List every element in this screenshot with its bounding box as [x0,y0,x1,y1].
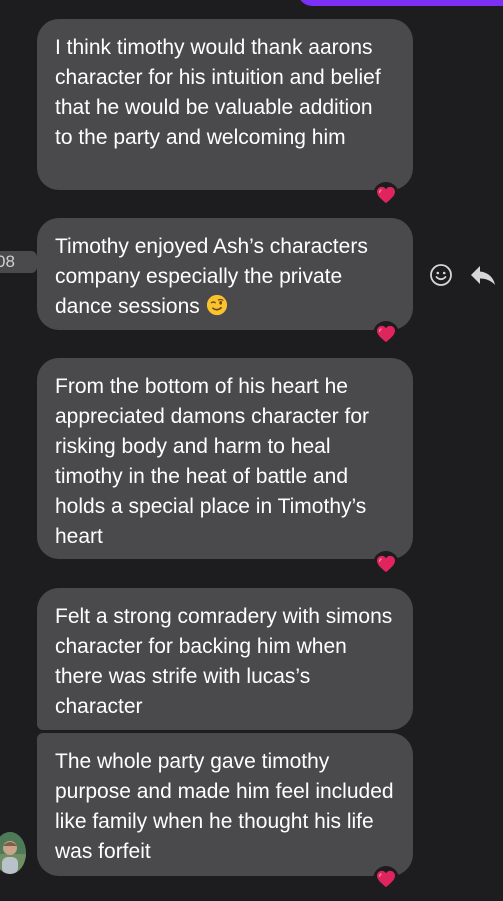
smiley-face-icon[interactable] [428,262,454,288]
message-bubble[interactable]: Timothy enjoyed Ash’s characters company… [37,218,413,330]
heart-reaction[interactable] [373,866,399,892]
heart-reaction[interactable] [373,182,399,208]
message-bubble[interactable]: I think timothy would thank aarons chara… [37,19,413,190]
avatar[interactable] [0,832,26,874]
message-bubble[interactable]: From the bottom of his heart he apprecia… [37,358,413,559]
message-bubble[interactable]: Felt a strong comradery with simons char… [37,588,413,730]
heart-icon [377,186,395,204]
message-bubble[interactable]: The whole party gave timothy purpose and… [37,733,413,876]
chat-view: I think timothy would thank aarons chara… [0,0,503,901]
sent-message-bubble-edge[interactable] [298,0,503,6]
timestamp-text: 08 [0,252,15,271]
message-text: From the bottom of his heart he apprecia… [55,375,370,548]
timestamp-chip: 08 [0,251,37,273]
heart-icon [377,870,395,888]
message-text: The whole party gave timothy purpose and… [55,750,394,863]
message-text: I think timothy would thank aarons chara… [55,36,381,149]
winking-face-emoji [206,294,228,316]
heart-icon [377,325,395,343]
heart-reaction[interactable] [373,551,399,577]
message-text: Felt a strong comradery with simons char… [55,605,393,718]
heart-reaction[interactable] [373,321,399,347]
reply-arrow-icon[interactable] [470,262,496,288]
heart-icon [377,555,395,573]
